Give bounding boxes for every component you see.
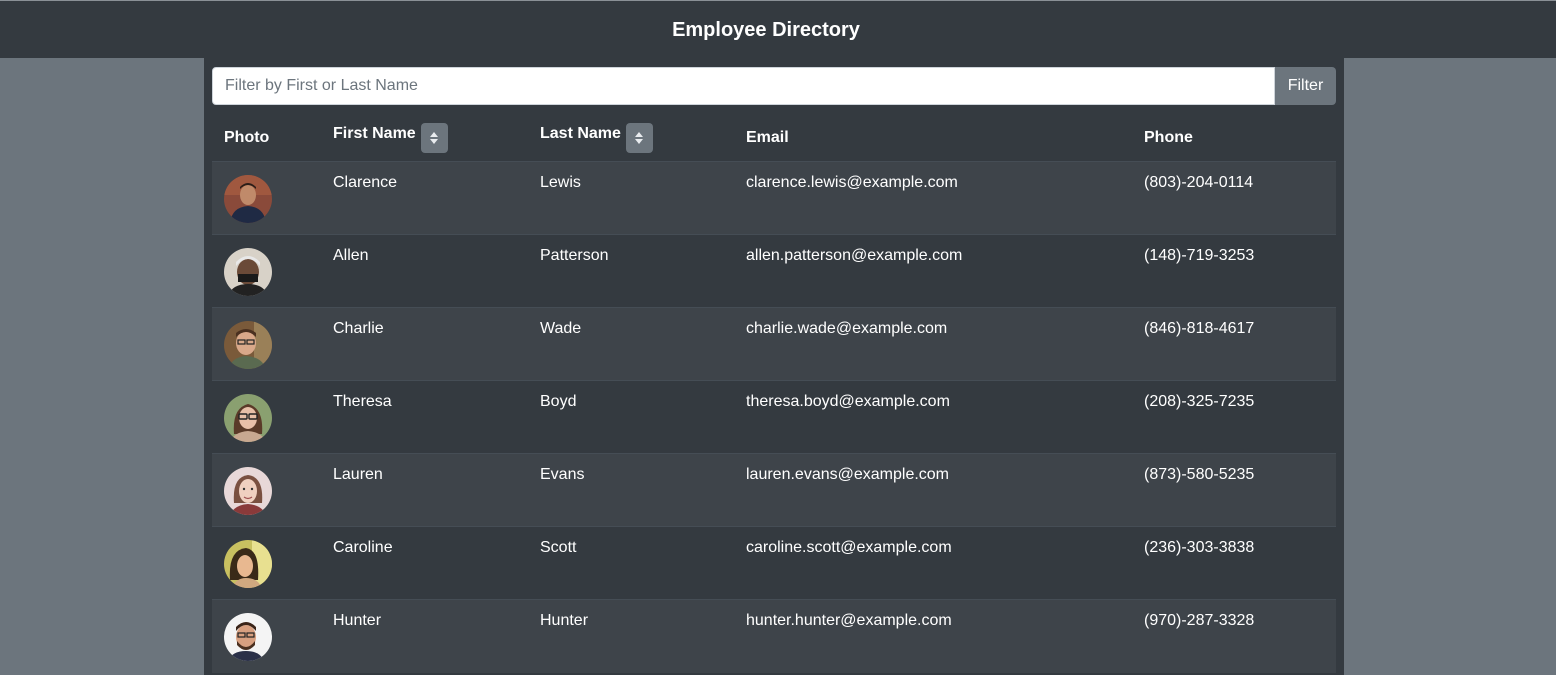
- avatar: [224, 248, 272, 296]
- column-header-first-name: First Name: [321, 115, 528, 162]
- first-name-cell: Clarence: [321, 161, 528, 235]
- last-name-cell: Scott: [528, 526, 734, 600]
- avatar: [224, 321, 272, 369]
- phone-cell: (803)-204-0114: [1132, 161, 1336, 235]
- phone-cell: (873)-580-5235: [1132, 453, 1336, 527]
- first-name-cell: Hunter: [321, 599, 528, 673]
- avatar: [224, 175, 272, 223]
- last-name-cell: Boyd: [528, 380, 734, 454]
- last-name-cell: Evans: [528, 453, 734, 527]
- first-name-cell: Caroline: [321, 526, 528, 600]
- photo-cell: [212, 380, 321, 454]
- avatar: [224, 540, 272, 588]
- phone-cell: (148)-719-3253: [1132, 234, 1336, 308]
- table-row: Clarence Lewis clarence.lewis@example.co…: [212, 161, 1336, 235]
- table-row: Theresa Boyd theresa.boyd@example.com (2…: [212, 380, 1336, 454]
- filter-button[interactable]: Filter: [1275, 67, 1336, 105]
- table-row: Lauren Evans lauren.evans@example.com (8…: [212, 453, 1336, 527]
- photo-cell: [212, 453, 321, 527]
- email-cell: lauren.evans@example.com: [734, 453, 1132, 527]
- filter-input[interactable]: [212, 67, 1275, 105]
- first-name-cell: Charlie: [321, 307, 528, 381]
- column-header-last-name-label: Last Name: [540, 125, 621, 142]
- first-name-cell: Theresa: [321, 380, 528, 454]
- phone-cell: (970)-287-3328: [1132, 599, 1336, 673]
- column-header-phone: Phone: [1132, 115, 1336, 162]
- email-cell: charlie.wade@example.com: [734, 307, 1132, 381]
- last-name-cell: Hunter: [528, 599, 734, 673]
- phone-cell: (236)-303-3838: [1132, 526, 1336, 600]
- avatar: [224, 394, 272, 442]
- filter-bar: Filter: [212, 67, 1336, 105]
- column-header-email: Email: [734, 115, 1132, 162]
- avatar: [224, 613, 272, 661]
- sort-first-name-button[interactable]: [420, 123, 448, 153]
- photo-cell: [212, 526, 321, 600]
- last-name-cell: Patterson: [528, 234, 734, 308]
- photo-cell: [212, 307, 321, 381]
- first-name-cell: Allen: [321, 234, 528, 308]
- table-row: Caroline Scott caroline.scott@example.co…: [212, 526, 1336, 600]
- sort-up-icon: [430, 132, 439, 137]
- first-name-cell: Lauren: [321, 453, 528, 527]
- email-cell: allen.patterson@example.com: [734, 234, 1132, 308]
- table-row: Hunter Hunter hunter.hunter@example.com …: [212, 599, 1336, 673]
- directory-container: Filter Photo First Name: [204, 58, 1344, 675]
- photo-cell: [212, 161, 321, 235]
- table-row: Charlie Wade charlie.wade@example.com (8…: [212, 307, 1336, 381]
- photo-cell: [212, 234, 321, 308]
- table-row: Allen Patterson allen.patterson@example.…: [212, 234, 1336, 308]
- employee-table: Photo First Name Last Name Email Phone C…: [212, 115, 1336, 673]
- table-header: Photo First Name Last Name Email Phone: [212, 115, 1336, 162]
- sort-down-icon: [635, 139, 644, 144]
- table-body: Clarence Lewis clarence.lewis@example.co…: [212, 161, 1336, 673]
- phone-cell: (208)-325-7235: [1132, 380, 1336, 454]
- email-cell: hunter.hunter@example.com: [734, 599, 1132, 673]
- column-header-photo-label: Photo: [224, 129, 270, 146]
- phone-cell: (846)-818-4617: [1132, 307, 1336, 381]
- column-header-phone-label: Phone: [1144, 129, 1193, 146]
- sort-down-icon: [430, 139, 439, 144]
- last-name-cell: Wade: [528, 307, 734, 381]
- photo-cell: [212, 599, 321, 673]
- last-name-cell: Lewis: [528, 161, 734, 235]
- email-cell: caroline.scott@example.com: [734, 526, 1132, 600]
- column-header-photo: Photo: [212, 115, 321, 162]
- column-header-last-name: Last Name: [528, 115, 734, 162]
- column-header-first-name-label: First Name: [333, 125, 416, 142]
- column-header-email-label: Email: [746, 129, 789, 146]
- page-title: Employee Directory: [672, 19, 860, 41]
- sort-up-icon: [635, 132, 644, 137]
- page-header: Employee Directory: [0, 1, 1556, 58]
- email-cell: clarence.lewis@example.com: [734, 161, 1132, 235]
- avatar: [224, 467, 272, 515]
- sort-last-name-button[interactable]: [625, 123, 653, 153]
- email-cell: theresa.boyd@example.com: [734, 380, 1132, 454]
